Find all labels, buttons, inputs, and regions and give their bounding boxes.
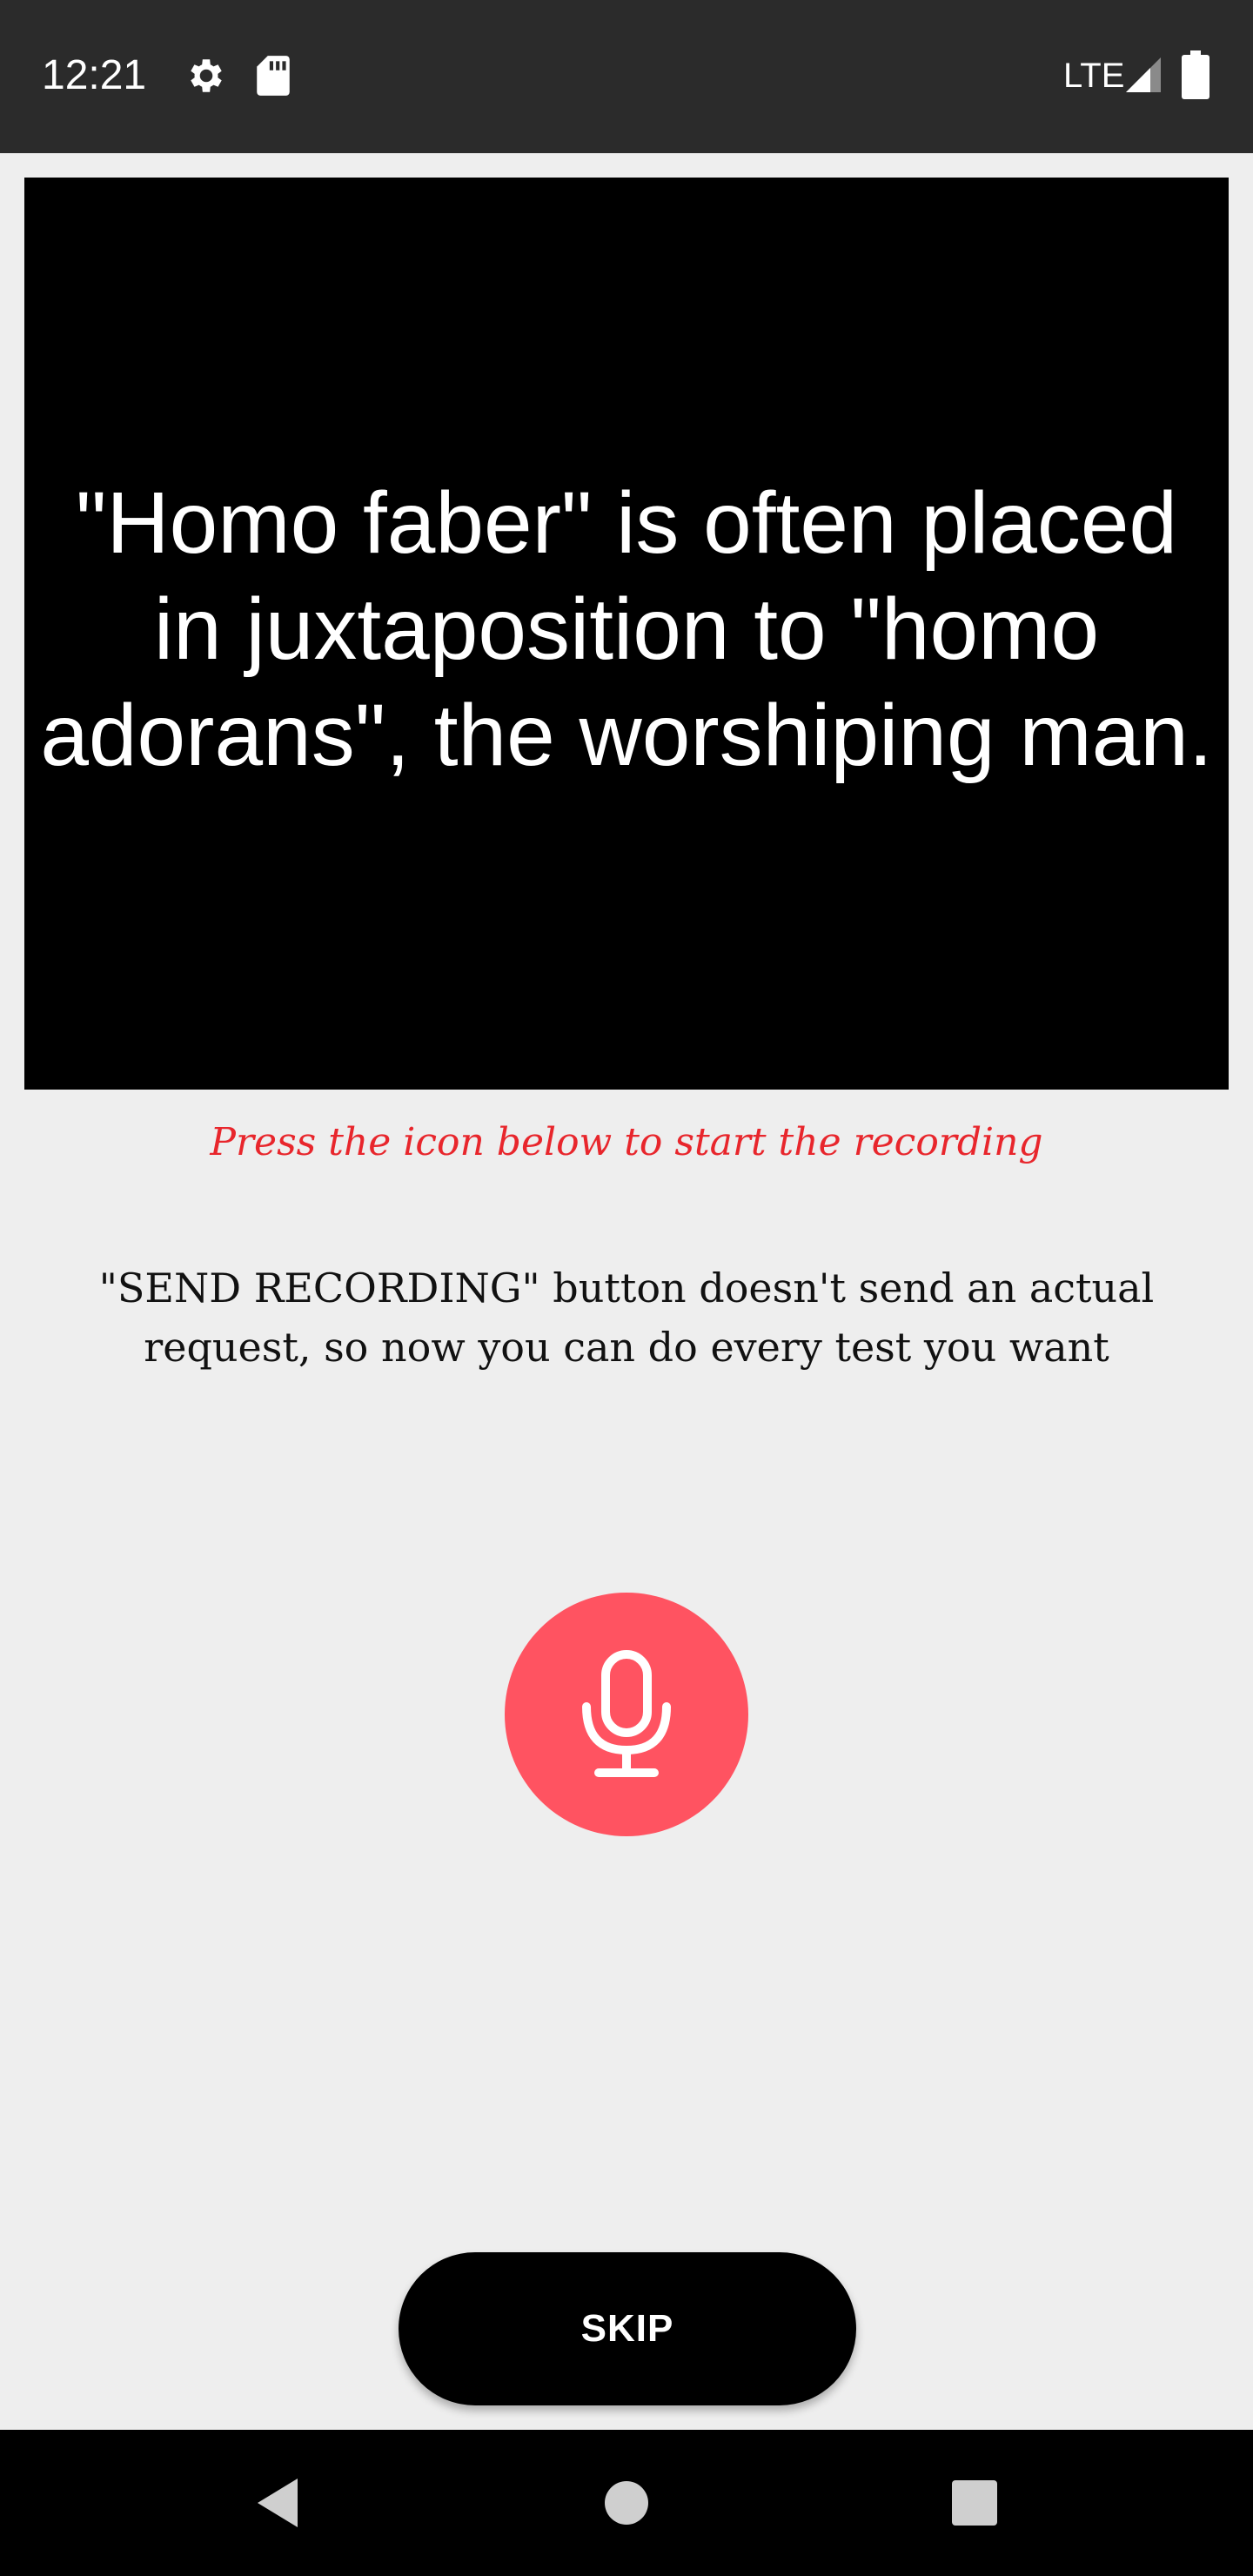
status-bar: 12:21 LTE [0,0,1253,153]
prompt-card: "Homo faber" is often placed in juxtapos… [24,178,1229,1090]
nav-home-button[interactable] [581,2458,672,2548]
sd-card-icon [254,54,292,97]
back-icon [258,2479,298,2527]
skip-button[interactable]: SKIP [399,2252,856,2405]
nav-back-button[interactable] [233,2458,324,2548]
nav-recents-button[interactable] [929,2458,1020,2548]
record-button[interactable] [505,1593,748,1836]
send-recording-note: "SEND RECORDING" button doesn't send an … [98,1265,1155,1371]
network-type-label: LTE [1063,57,1125,95]
prompt-text: "Homo faber" is often placed in juxtapos… [40,474,1213,784]
status-time: 12:21 [42,52,147,98]
recents-icon [952,2480,997,2526]
navigation-bar [0,2430,1253,2576]
microphone-icon [582,1650,671,1777]
recording-instruction: Press the icon below to start the record… [210,1120,1043,1164]
signal-icon [1122,54,1164,96]
gear-icon [184,54,228,97]
battery-icon [1182,50,1209,99]
home-icon [605,2481,648,2525]
